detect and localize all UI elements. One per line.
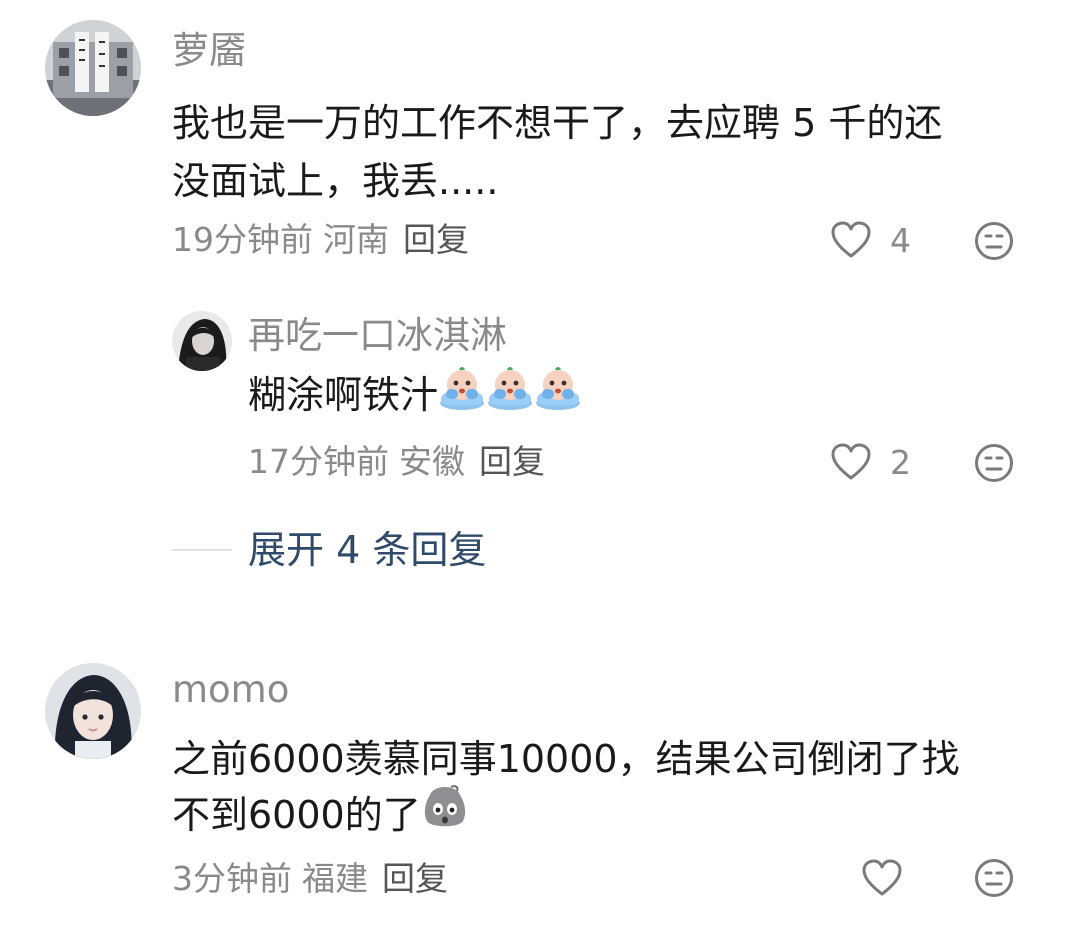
comment-text-line-2: 不到6000的了: [172, 783, 469, 847]
timestamp: 19分钟前: [172, 220, 313, 259]
username[interactable]: momo: [172, 671, 289, 708]
comment-text-line-1: 之前6000羡慕同事10000，结果公司倒闭了找: [172, 737, 960, 781]
location: 安徽: [399, 442, 465, 481]
grey-shocked-emoji: [421, 783, 469, 847]
neutral-face-icon: [975, 222, 1013, 260]
location: 福建: [302, 859, 368, 898]
comment-text-line-2: 没面试上，我丢.....: [172, 159, 499, 203]
comment-meta: 3分钟前 福建 回复: [172, 862, 448, 895]
girl-portrait-avatar: [45, 663, 141, 759]
avatar[interactable]: [172, 311, 232, 371]
timestamp: 3分钟前: [172, 859, 292, 898]
like-count: 4: [890, 220, 911, 260]
reply-button[interactable]: 回复: [403, 220, 469, 259]
heart-outline-icon: [831, 221, 871, 258]
like-button[interactable]: [861, 858, 921, 898]
expand-replies-button[interactable]: 展开 4 条回复: [172, 531, 486, 569]
username[interactable]: 再吃一口冰淇淋: [248, 317, 507, 354]
heart-outline-icon: [862, 859, 902, 896]
react-button[interactable]: [974, 443, 1014, 483]
heart-outline-icon: [831, 443, 871, 480]
react-button[interactable]: [974, 858, 1014, 898]
crying-emoji: [534, 363, 582, 427]
timestamp: 17分钟前: [248, 442, 389, 481]
like-button[interactable]: 2: [830, 442, 911, 482]
avatar[interactable]: [45, 663, 141, 759]
location: 河南: [323, 220, 389, 259]
reply-button[interactable]: 回复: [382, 859, 448, 898]
comment-meta: 17分钟前 安徽 回复: [248, 445, 545, 478]
comment-text: 糊涂啊铁汁: [248, 366, 582, 427]
comment-text-line-1: 我也是一万的工作不想干了，去应聘 5 千的还: [172, 101, 943, 145]
comment-text-body: 不到6000的了: [172, 793, 421, 837]
dark-hair-avatar: [172, 311, 232, 371]
expand-replies-label: 展开 4 条回复: [248, 528, 487, 572]
like-count: 2: [890, 442, 911, 482]
like-button[interactable]: 4: [830, 220, 911, 260]
username[interactable]: 萝靥: [172, 32, 246, 69]
avatar[interactable]: [45, 20, 141, 116]
neutral-face-icon: [975, 444, 1013, 482]
crying-emoji: [486, 363, 534, 427]
react-button[interactable]: [974, 221, 1014, 261]
building-photo-avatar: [45, 20, 141, 116]
divider: [172, 549, 232, 551]
neutral-face-icon: [975, 859, 1013, 897]
crying-emoji: [438, 363, 486, 427]
comment-text-body: 糊涂啊铁汁: [248, 373, 439, 417]
reply-button[interactable]: 回复: [479, 442, 545, 481]
comment-meta: 19分钟前 河南 回复: [172, 223, 469, 256]
